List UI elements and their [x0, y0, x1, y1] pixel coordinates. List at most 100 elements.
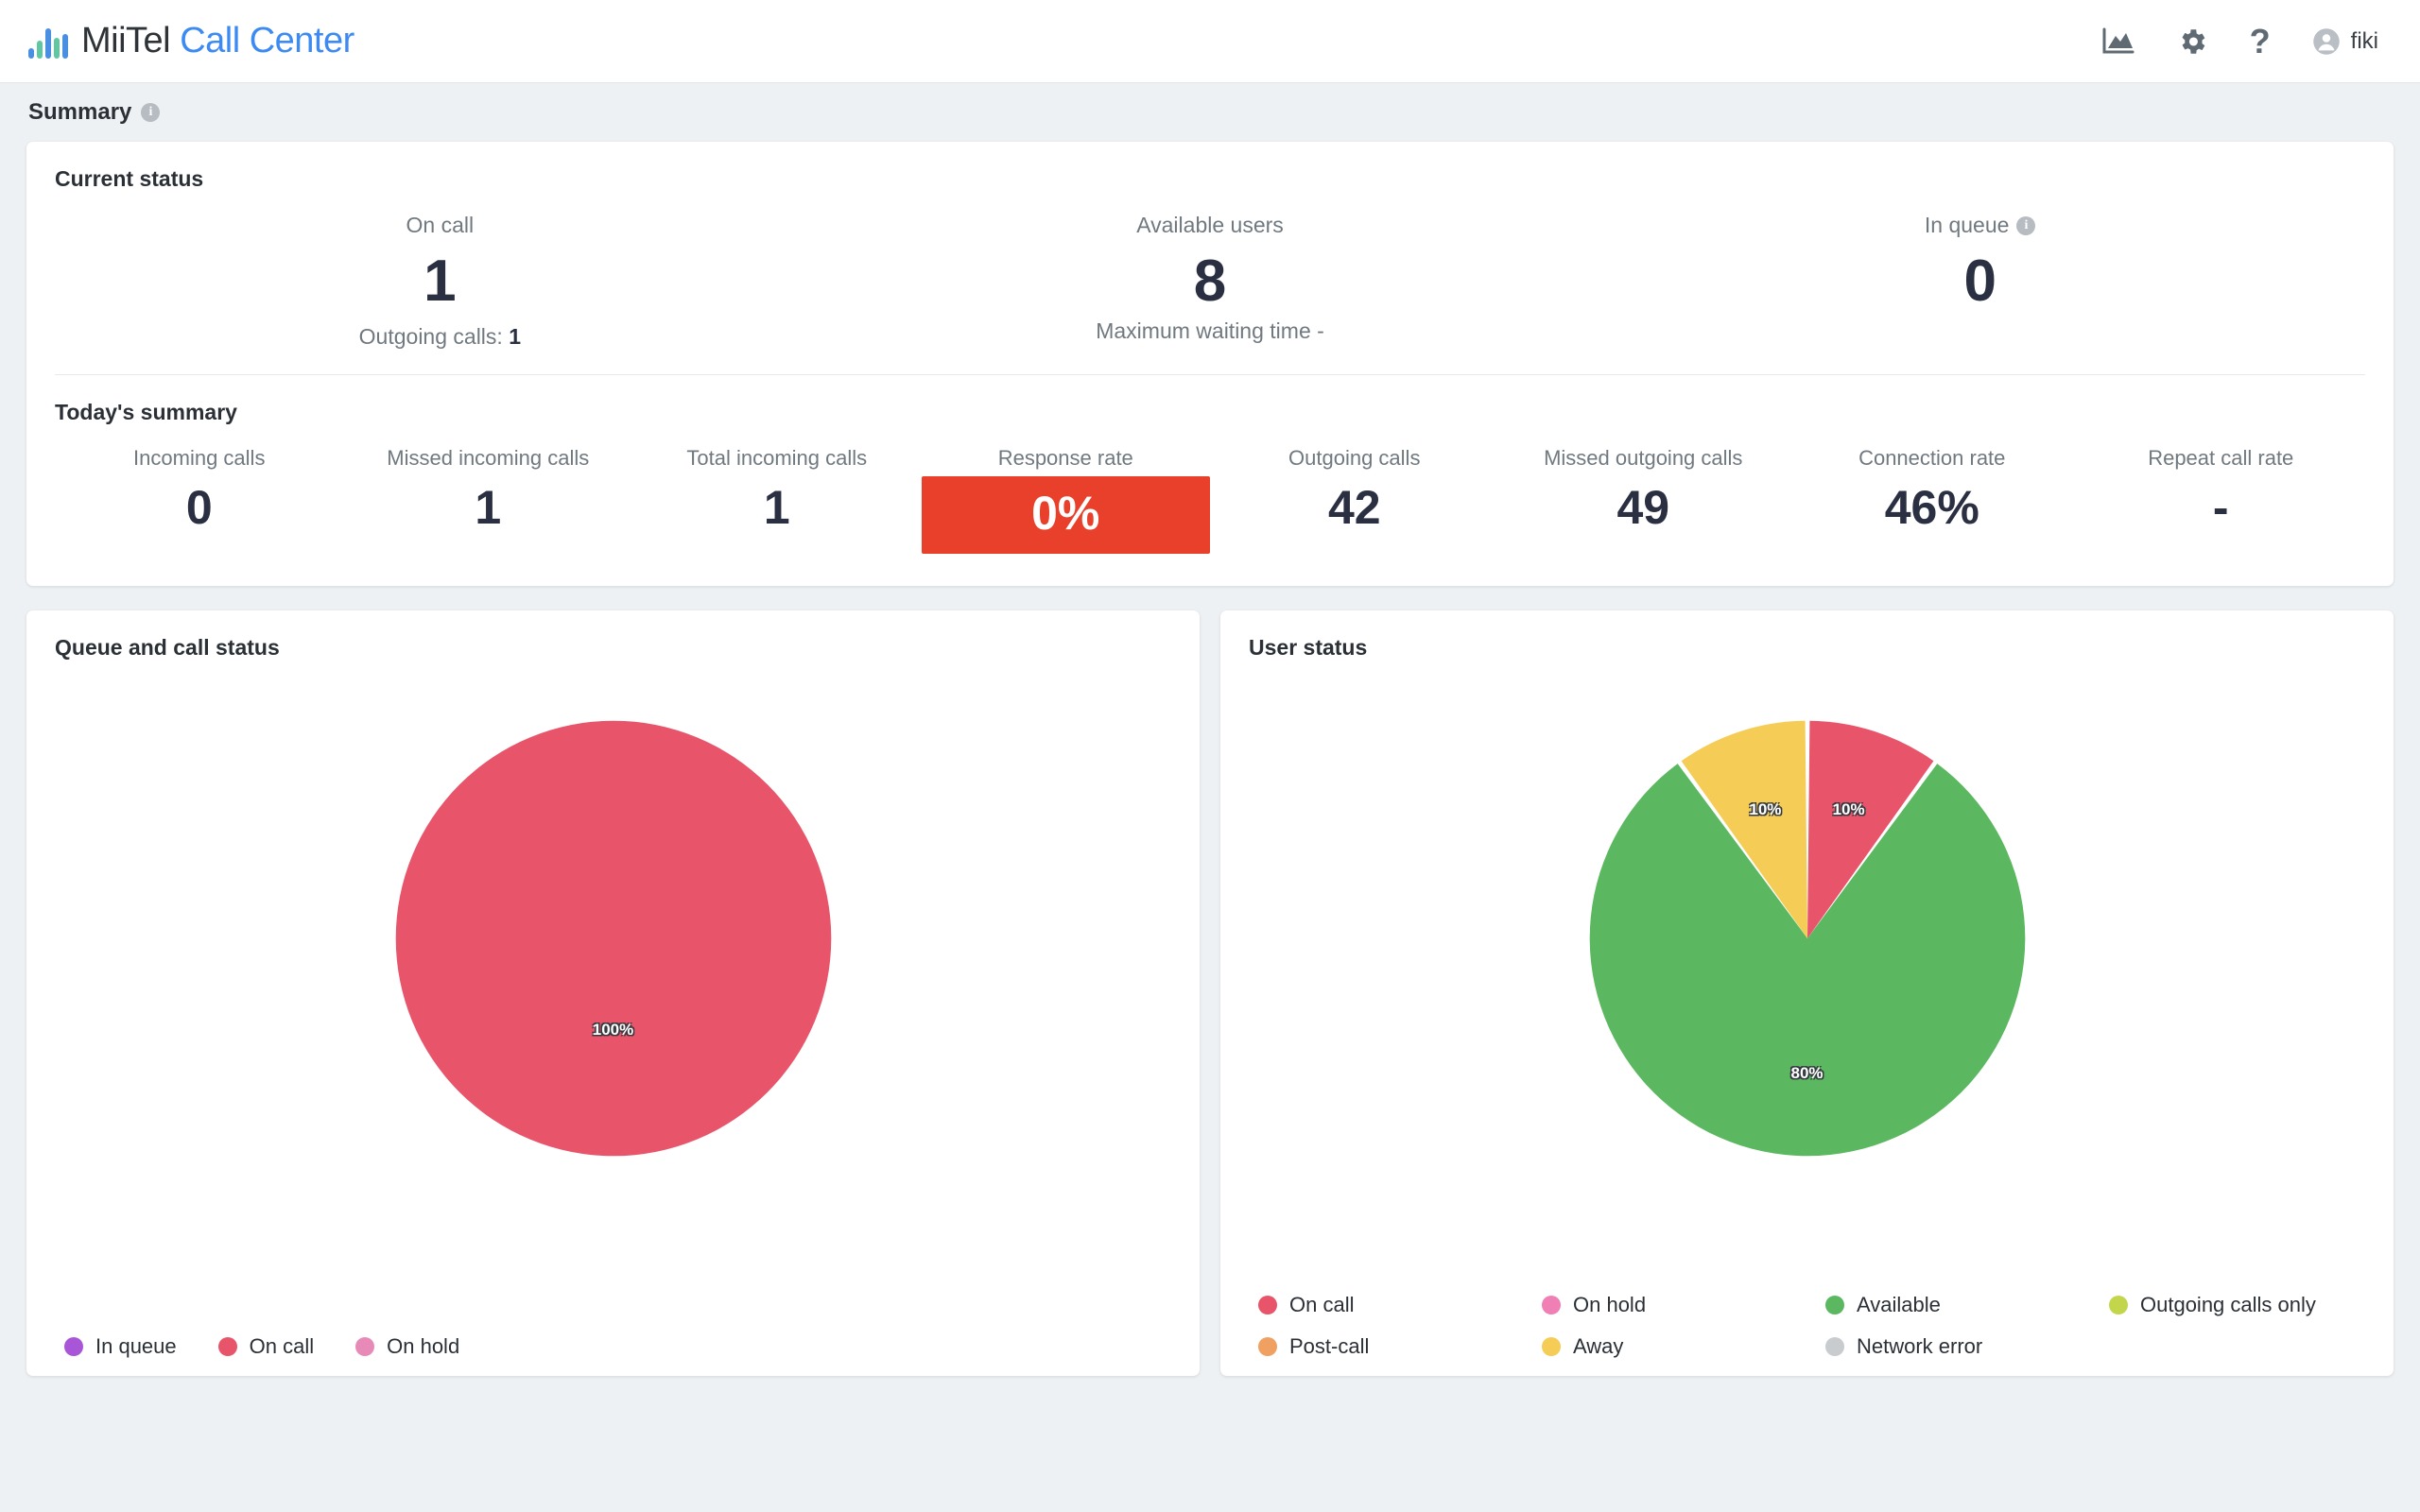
- metric-repeat-call-rate-label: Repeat call rate: [2148, 446, 2294, 471]
- legend-color-swatch-icon: [1825, 1337, 1844, 1357]
- user-legend-label: On hold: [1573, 1293, 1647, 1317]
- queue-legend: In queue On call On hold: [64, 1334, 501, 1359]
- legend-color-swatch-icon: [355, 1337, 375, 1357]
- metric-repeat-call-rate: Repeat call rate -: [2077, 446, 2366, 531]
- metric-total-incoming-calls-value: 1: [763, 481, 790, 535]
- metric-in-queue: In queue i 0: [1595, 213, 2365, 350]
- todays-summary-metrics: Incoming calls 0 Missed incoming calls 1…: [55, 446, 2366, 555]
- metric-missed-outgoing-calls-label: Missed outgoing calls: [1544, 446, 1743, 471]
- metric-missed-outgoing-calls: Missed outgoing calls 49: [1499, 446, 1789, 531]
- metric-total-incoming-calls-label: Total incoming calls: [686, 446, 868, 471]
- user-legend: On call On hold Available Outgoing calls on…: [1258, 1293, 2394, 1359]
- metric-missed-incoming-calls-value: 1: [475, 481, 502, 535]
- queue-legend-item[interactable]: On hold: [355, 1334, 459, 1359]
- metric-on-call-value: 1: [424, 249, 457, 314]
- todays-summary-title: Today's summary: [55, 400, 237, 425]
- pie-slice[interactable]: [395, 720, 831, 1157]
- user-legend-label: Post-call: [1289, 1334, 1370, 1359]
- user-panel-title: User status: [1249, 635, 1368, 661]
- metric-missed-incoming-calls-label: Missed incoming calls: [387, 446, 590, 471]
- charts-row: Queue and call status 100% In queue On ca…: [26, 610, 2394, 1377]
- current-status-title: Current status: [55, 166, 204, 191]
- user-pie-chart-area: 10% 80% 10%: [1249, 676, 2365, 1205]
- user-name-label: fiki: [2350, 27, 2378, 54]
- header-actions: ? fiki: [2102, 24, 2386, 59]
- miitel-logo-icon: [28, 25, 68, 59]
- user-legend-item[interactable]: Post-call: [1258, 1334, 1542, 1359]
- metric-total-incoming-calls: Total incoming calls 1: [632, 446, 922, 531]
- section-divider: [55, 374, 2365, 376]
- current-status-metrics: On call 1 Outgoing calls: 1 Available us…: [55, 213, 2365, 350]
- metric-outgoing-calls-label: Outgoing calls:: [358, 324, 510, 350]
- metric-missed-outgoing-calls-value: 49: [1616, 481, 1670, 535]
- user-legend-label: On call: [1289, 1293, 1355, 1317]
- queue-legend-label: In queue: [95, 1334, 177, 1359]
- legend-color-swatch-icon: [1258, 1296, 1277, 1315]
- metric-response-rate: Response rate 0%: [921, 446, 1210, 555]
- brand-name-blue: Call Center: [180, 21, 354, 60]
- metric-connection-rate-value: 46%: [1884, 481, 1979, 535]
- metric-outgoing-calls-total: Outgoing calls 42: [1210, 446, 1499, 531]
- page-title: Summary: [28, 99, 132, 125]
- metric-available-users-label: Available users: [1136, 213, 1284, 237]
- brand-name-dark: MiiTel: [81, 21, 171, 60]
- max-waiting-time: Maximum waiting time -: [1096, 318, 1324, 344]
- metric-incoming-calls-value: 0: [185, 481, 213, 535]
- user-legend-item[interactable]: On call: [1258, 1293, 1542, 1317]
- metric-available-users-value: 8: [1193, 249, 1227, 314]
- user-legend-item[interactable]: Network error: [1825, 1334, 2109, 1359]
- legend-color-swatch-icon: [2109, 1296, 2128, 1315]
- legend-color-swatch-icon: [1258, 1337, 1277, 1357]
- user-legend-item[interactable]: Away: [1542, 1334, 1825, 1359]
- user-menu[interactable]: fiki: [2312, 27, 2378, 56]
- summary-info-icon[interactable]: i: [141, 103, 161, 122]
- metric-outgoing-calls-value: 1: [509, 324, 521, 350]
- metric-in-queue-value: 0: [1963, 249, 1996, 314]
- metric-connection-rate: Connection rate 46%: [1788, 446, 2077, 531]
- brand-title: MiiTel Call Center: [81, 21, 354, 61]
- metric-response-rate-value: 0%: [921, 476, 1210, 555]
- gear-icon[interactable]: [2176, 26, 2208, 58]
- metric-available-users: Available users 8 Maximum waiting time -: [825, 213, 1596, 350]
- queue-pie-chart-area: 100%: [55, 676, 1171, 1205]
- metric-missed-incoming-calls: Missed incoming calls 1: [344, 446, 633, 531]
- user-legend-item[interactable]: Outgoing calls only: [2109, 1293, 2393, 1317]
- in-queue-info-icon[interactable]: i: [2016, 215, 2036, 235]
- queue-legend-label: On hold: [387, 1334, 460, 1359]
- user-avatar-icon: [2312, 27, 2340, 55]
- metric-in-queue-text: In queue: [1924, 213, 2010, 237]
- legend-color-swatch-icon: [1542, 1337, 1561, 1357]
- metric-outgoing-calls: Outgoing calls: 1: [55, 324, 825, 350]
- metric-incoming-calls-label: Incoming calls: [133, 446, 266, 471]
- metric-response-rate-label: Response rate: [997, 446, 1133, 471]
- queue-pie-chart[interactable]: 100%: [391, 716, 836, 1165]
- queue-panel-title: Queue and call status: [55, 635, 280, 661]
- metric-outgoing-calls-total-value: 42: [1327, 481, 1381, 535]
- user-legend-item[interactable]: Available: [1825, 1293, 2109, 1317]
- metric-repeat-call-rate-value: -: [2212, 481, 2229, 535]
- queue-legend-item[interactable]: On call: [217, 1334, 315, 1359]
- help-icon[interactable]: ?: [2250, 24, 2271, 59]
- user-legend-item[interactable]: On hold: [1542, 1293, 1825, 1317]
- metric-on-call: On call 1 Outgoing calls: 1: [55, 213, 825, 350]
- queue-legend-item[interactable]: In queue: [64, 1334, 177, 1359]
- metric-connection-rate-label: Connection rate: [1858, 446, 2006, 471]
- pie-slice[interactable]: [1589, 763, 2025, 1157]
- queue-legend-label: On call: [249, 1334, 315, 1359]
- analytics-icon[interactable]: [2102, 27, 2135, 56]
- user-status-panel: User status 10% 80% 10% On call On hold Avai…: [1220, 610, 2394, 1377]
- brand-logo[interactable]: MiiTel Call Center: [28, 21, 354, 61]
- user-pie-chart[interactable]: 10% 80% 10%: [1585, 716, 2030, 1165]
- user-legend-label: Away: [1573, 1334, 1624, 1359]
- app-header: MiiTel Call Center ? fiki: [0, 0, 2420, 83]
- legend-color-swatch-icon: [1542, 1296, 1561, 1315]
- metric-outgoing-calls-total-label: Outgoing calls: [1288, 446, 1421, 471]
- user-legend-label: Network error: [1857, 1334, 1983, 1359]
- metric-in-queue-label: In queue i: [1925, 213, 2036, 238]
- metric-on-call-label: On call: [406, 213, 475, 237]
- status-card: Current status On call 1 Outgoing calls:…: [26, 142, 2394, 587]
- queue-and-call-status-panel: Queue and call status 100% In queue On ca…: [26, 610, 1200, 1377]
- legend-color-swatch-icon: [64, 1337, 83, 1357]
- user-legend-label: Available: [1857, 1293, 1941, 1317]
- legend-color-swatch-icon: [217, 1337, 237, 1357]
